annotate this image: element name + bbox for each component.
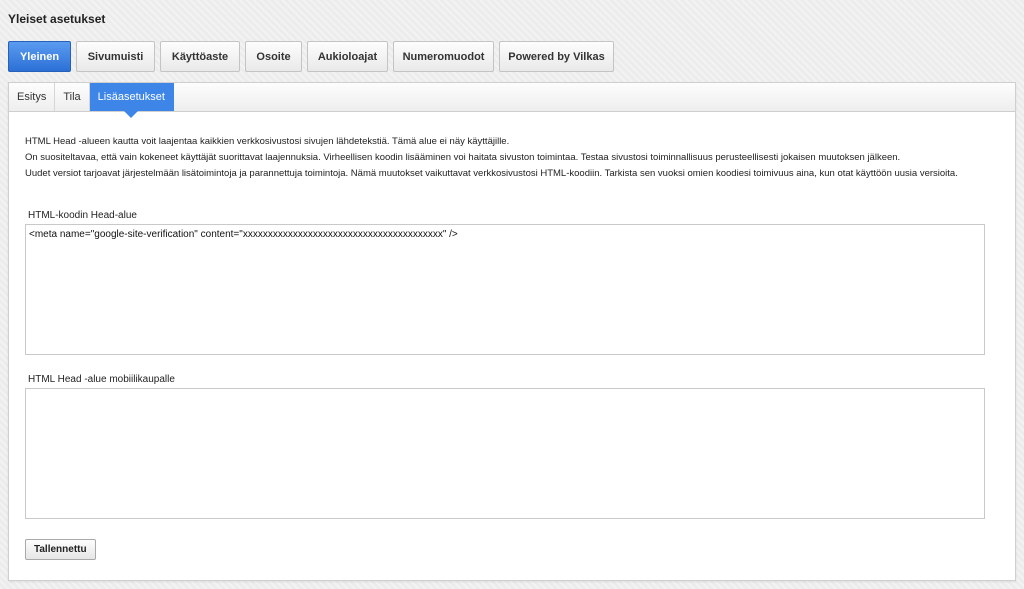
head-code-textarea[interactable]: <meta name="google-site-verification" co…: [25, 224, 985, 355]
intro-line-1: HTML Head -alueen kautta voit laajentaa …: [25, 136, 510, 147]
tab-numeromuodot[interactable]: Numeromuodot: [393, 41, 494, 72]
tab-kayttoaste[interactable]: Käyttöaste: [160, 41, 240, 72]
mobile-head-field-label: HTML Head -alue mobiilikaupalle: [28, 374, 175, 385]
tab-powered-by-vilkas[interactable]: Powered by Vilkas: [499, 41, 614, 72]
tab-aukioloajat[interactable]: Aukioloajat: [307, 41, 388, 72]
settings-panel: Esitys Tila Lisäasetukset HTML Head -alu…: [8, 82, 1016, 581]
subtab-esitys[interactable]: Esitys: [9, 83, 56, 111]
subtab-lisaasetukset[interactable]: Lisäasetukset: [89, 83, 174, 118]
intro-line-2: On suositeltavaa, että vain kokeneet käy…: [25, 152, 901, 163]
subtab-tila[interactable]: Tila: [55, 83, 90, 111]
head-field-label: HTML-koodin Head-alue: [28, 210, 137, 221]
tab-osoite[interactable]: Osoite: [245, 41, 302, 72]
intro-text: HTML Head -alueen kautta voit laajentaa …: [25, 134, 985, 182]
save-button[interactable]: Tallennettu: [25, 539, 96, 560]
mobile-head-code-textarea[interactable]: [25, 388, 985, 519]
page-title: Yleiset asetukset: [8, 12, 106, 26]
tab-yleinen[interactable]: Yleinen: [8, 41, 71, 72]
intro-line-3: Uudet versiot tarjoavat järjestelmään li…: [25, 168, 958, 179]
subtab-bar: Esitys Tila Lisäasetukset: [9, 83, 1015, 118]
tab-sivumuisti[interactable]: Sivumuisti: [76, 41, 155, 72]
settings-tab-bar: Yleinen Sivumuisti Käyttöaste Osoite Auk…: [8, 41, 619, 72]
